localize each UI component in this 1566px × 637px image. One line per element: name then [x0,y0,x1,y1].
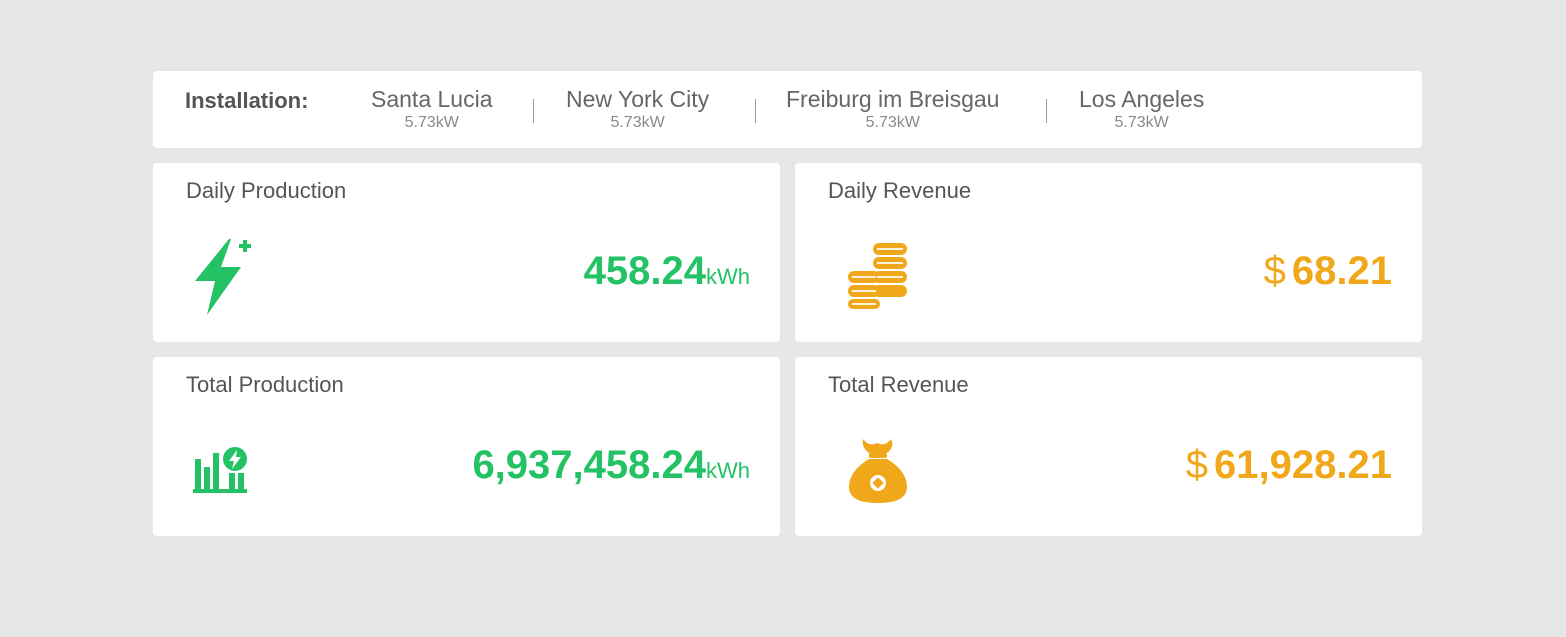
site-name: Los Angeles [1079,86,1205,112]
total-revenue-value: $61,928.21 [1186,443,1392,488]
card-title: Daily Production [186,178,347,203]
total-production-card: Total Production 6,937,458.24kWh [153,357,780,536]
site-name: Freiburg im Breisgau [786,86,1000,112]
site-separator [533,99,534,123]
site-santa-lucia[interactable]: Santa Lucia 5.73kW [371,86,492,132]
site-power: 5.73kW [865,114,920,131]
daily-production-value: 458.24kWh [584,249,750,294]
money-bag-icon [849,439,907,503]
site-name: New York City [566,86,710,112]
card-title: Total Revenue [828,372,969,397]
value-number: 6,937,458.24 [472,443,706,487]
site-power: 5.73kW [404,114,459,131]
daily-revenue-value: $68.21 [1264,249,1392,294]
total-production-value: 6,937,458.24kWh [472,443,750,488]
bar-chart-bolt-icon [193,447,247,493]
daily-production-card: Daily Production 458.24kWh [153,163,780,342]
site-separator [1046,99,1047,123]
currency-symbol: $ [1263,249,1286,293]
site-name: Santa Lucia [371,86,493,112]
daily-revenue-card: Daily Revenue $68.21 [795,163,1422,342]
value-unit: kWh [706,264,750,289]
total-revenue-card: Total Revenue $61,928.21 [795,357,1422,536]
currency-symbol: $ [1185,443,1209,487]
site-freiburg[interactable]: Freiburg im Breisgau 5.73kW [786,86,999,132]
site-separator [755,99,756,123]
installation-bar: Installation: Santa Lucia 5.73kW New Yor… [153,71,1422,148]
installation-label: Installation: [185,88,309,113]
value-number: 458.24 [583,249,706,293]
lightning-plus-icon [195,239,251,315]
site-power: 5.73kW [1114,114,1169,131]
value-number: 68.21 [1291,249,1392,293]
coins-icon [848,243,907,309]
value-unit: kWh [706,458,750,483]
site-new-york-city[interactable]: New York City 5.73kW [566,86,709,132]
value-number: 61,928.21 [1214,443,1392,487]
site-power: 5.73kW [610,114,665,131]
card-title: Daily Revenue [828,178,972,203]
card-title: Total Production [186,372,344,397]
site-los-angeles[interactable]: Los Angeles 5.73kW [1079,86,1204,132]
